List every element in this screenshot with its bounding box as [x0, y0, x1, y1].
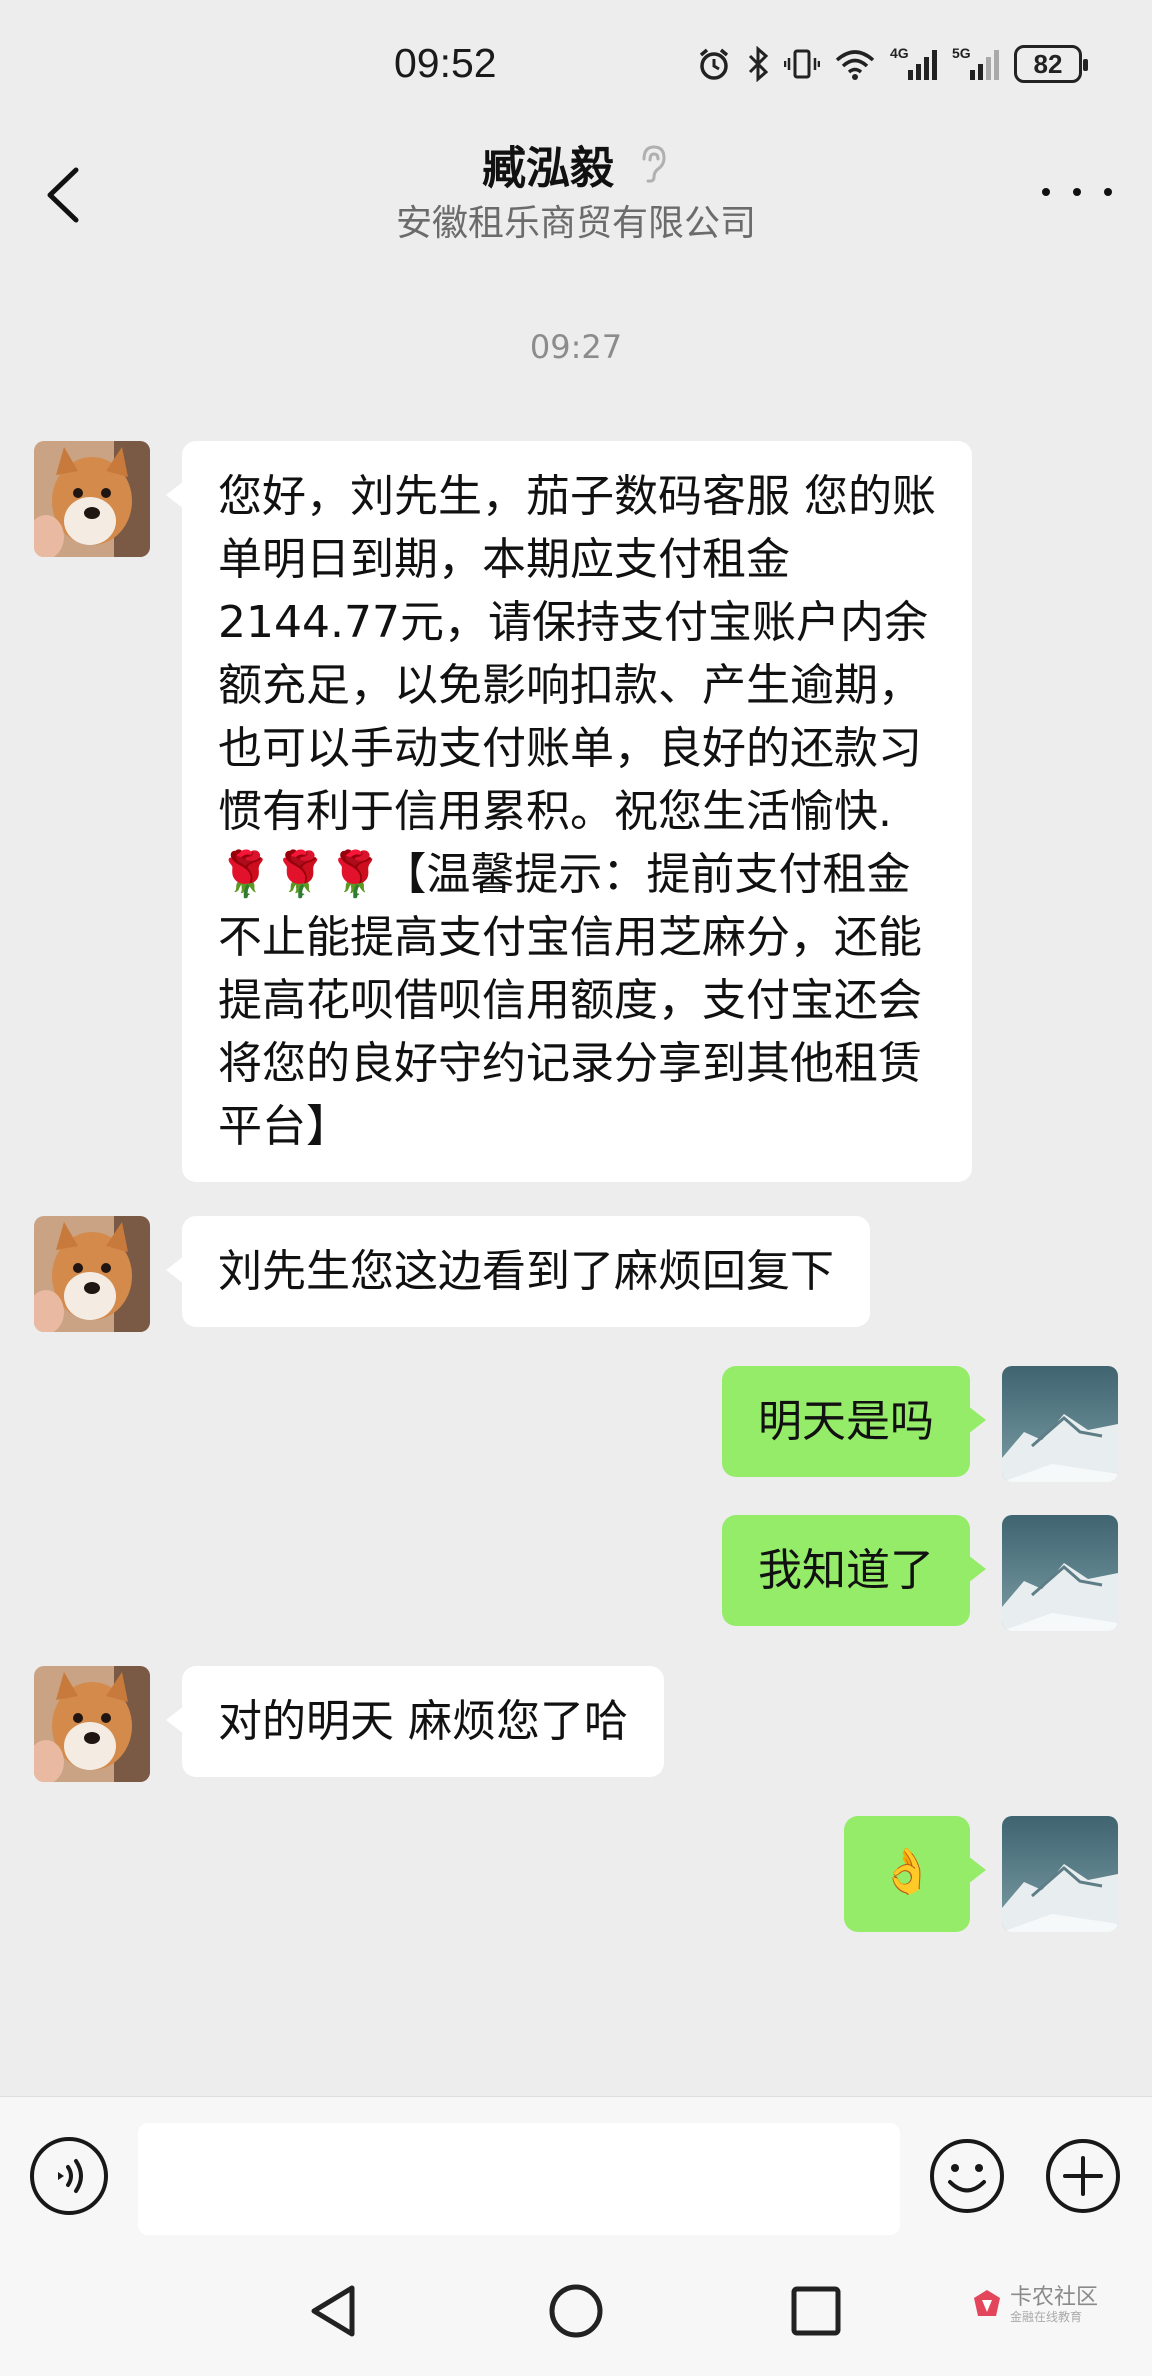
- more-icon-dot: [1073, 188, 1081, 196]
- my-message-bubble[interactable]: 我知道了: [722, 1515, 986, 1626]
- chat-header: 臧泓毅 安徽租乐商贸有限公司: [0, 120, 1152, 260]
- signal-5g-icon: 5G: [952, 44, 1000, 84]
- my-avatar[interactable]: [1002, 1366, 1118, 1482]
- contact-avatar[interactable]: [34, 1666, 150, 1782]
- emoji-button[interactable]: [928, 2137, 1006, 2215]
- message-input[interactable]: [138, 2123, 900, 2235]
- my-message-bubble[interactable]: 👌: [844, 1816, 986, 1932]
- battery-level: 82: [1033, 48, 1063, 79]
- contact-company: 安徽租乐商贸有限公司: [395, 203, 756, 244]
- message-bubble[interactable]: 您好，刘先生，茄子数码客服 您的账单明日到期，本期应支付租金2144.77元，请…: [166, 441, 972, 1182]
- message-list[interactable]: 09:27 您好，刘先生，茄子数码客服 您的账单明日到期，本期应支付租金2144…: [0, 260, 1152, 2100]
- contact-avatar[interactable]: [34, 1216, 150, 1332]
- bluetooth-icon: [746, 44, 770, 84]
- voice-button[interactable]: [30, 2137, 108, 2215]
- my-message-bubble[interactable]: 明天是吗: [722, 1366, 986, 1477]
- message-text: 对的明天 麻烦您了哈: [218, 1696, 628, 1747]
- watermark-logo-icon: [974, 2290, 1000, 2316]
- emoji-icon: [930, 2139, 1004, 2213]
- my-avatar[interactable]: [1002, 1816, 1118, 1932]
- watermark-tagline: 金融在线教育: [1010, 2310, 1083, 2324]
- watermark: 卡农社区 金融在线教育: [970, 2286, 1098, 2324]
- watermark-name: 卡农社区: [1010, 2285, 1099, 2310]
- ear-icon: [642, 145, 666, 183]
- status-icons: 4G 5G 82: [696, 44, 1088, 84]
- system-navigation-bar: 卡农社区 金融在线教育: [0, 2246, 1152, 2376]
- battery-icon: 82: [1014, 45, 1088, 83]
- message-text: 明天是吗: [758, 1396, 934, 1447]
- more-icon-dot: [1104, 188, 1112, 196]
- more-icon: [1042, 188, 1050, 196]
- contact-avatar[interactable]: [34, 441, 150, 557]
- circle-home-icon: [549, 2284, 603, 2338]
- input-bar: [0, 2096, 1152, 2246]
- status-time: 09:52: [394, 40, 497, 86]
- system-home-button[interactable]: [541, 2276, 611, 2346]
- status-bar: 09:52 4G 5G 82: [0, 0, 1152, 130]
- my-avatar[interactable]: [1002, 1515, 1118, 1631]
- plus-button[interactable]: [1044, 2137, 1122, 2215]
- message-text: 刘先生您这边看到了麻烦回复下: [218, 1246, 834, 1297]
- vibrate-icon: [784, 44, 820, 84]
- chat-title: 臧泓毅: [0, 132, 1152, 196]
- chat-screen: 09:52 4G 5G 82 臧泓毅 安徽租乐商贸有限公司 09:27 您好，刘…: [0, 0, 1152, 2376]
- square-recents-icon: [791, 2286, 841, 2336]
- more-button[interactable]: [1042, 172, 1112, 212]
- network-5g-label: 5G: [952, 45, 971, 61]
- message-text: 您好，刘先生，茄子数码客服 您的账单明日到期，本期应支付租金2144.77元，请…: [218, 471, 936, 1152]
- message-timestamp: 09:27: [529, 328, 623, 366]
- contact-name: 臧泓毅: [482, 143, 614, 194]
- triangle-back-icon: [311, 2285, 355, 2337]
- wifi-icon: [834, 44, 876, 84]
- message-bubble[interactable]: 刘先生您这边看到了麻烦回复下: [166, 1216, 870, 1327]
- signal-4g-icon: 4G: [890, 44, 938, 84]
- message-text: 我知道了: [758, 1545, 934, 1596]
- system-recents-button[interactable]: [781, 2276, 851, 2346]
- plus-icon: [1046, 2139, 1120, 2213]
- voice-icon: [58, 2159, 83, 2193]
- alarm-icon: [696, 44, 732, 84]
- network-4g-label: 4G: [890, 45, 909, 61]
- message-bubble[interactable]: 对的明天 麻烦您了哈: [166, 1666, 664, 1777]
- system-back-button[interactable]: [300, 2276, 370, 2346]
- ok-hand-emoji: 👌: [879, 1846, 935, 1897]
